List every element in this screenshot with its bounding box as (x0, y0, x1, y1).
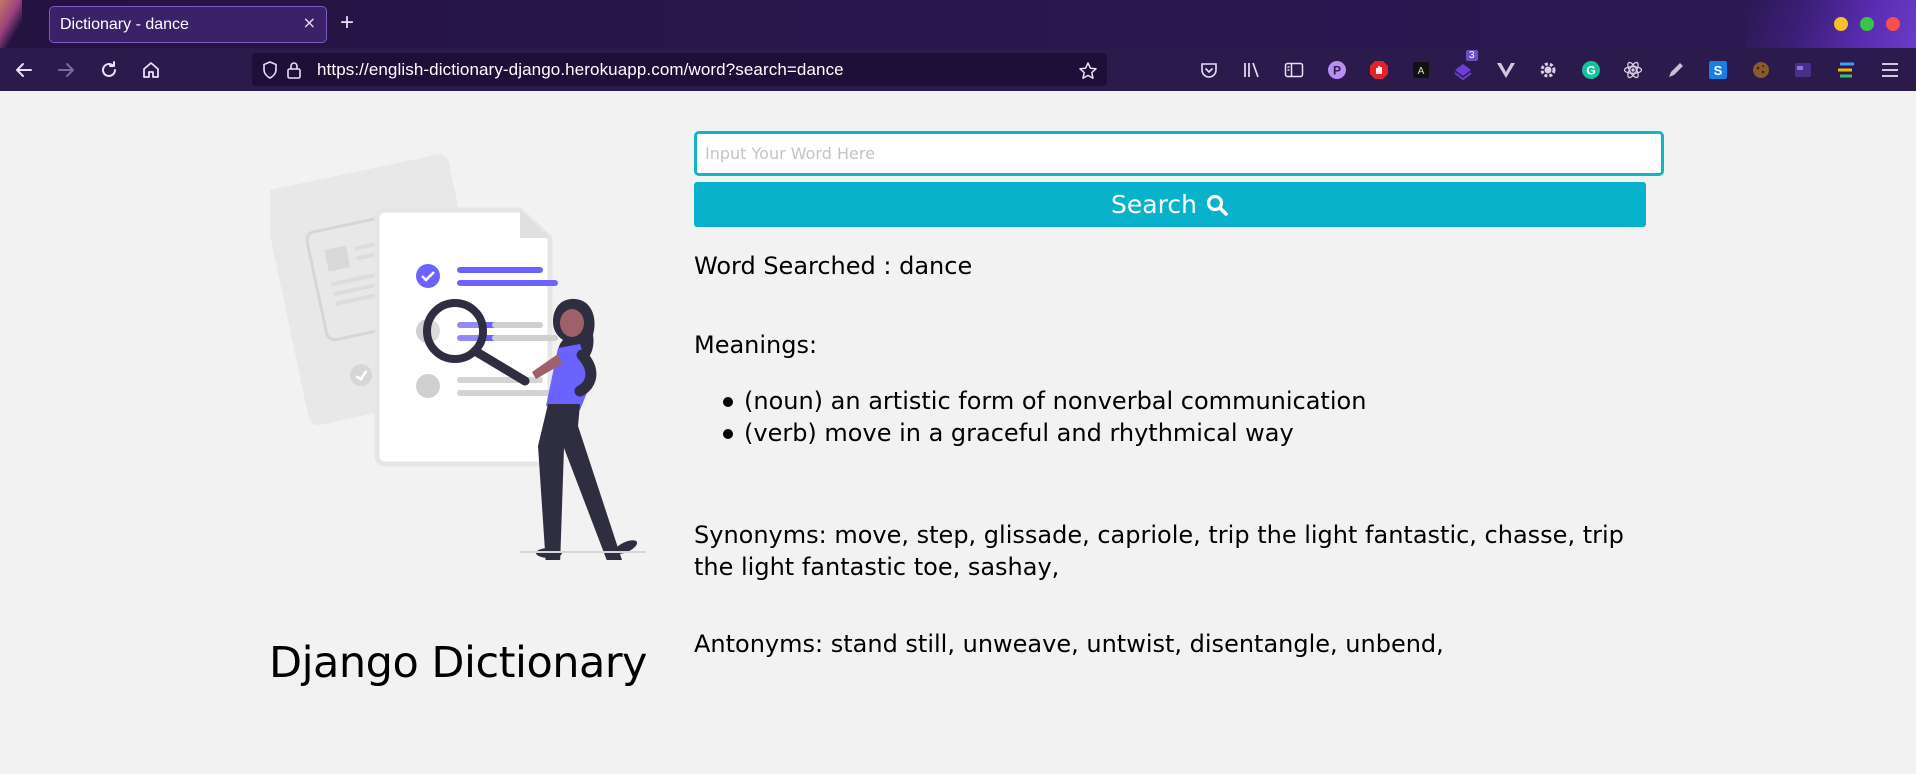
theme-decoration (0, 0, 22, 48)
navigation-toolbar: https://english-dictionary-django.heroku… (0, 48, 1916, 91)
badge-extension-icon[interactable]: 3 (1452, 50, 1478, 81)
close-window-button[interactable] (1886, 17, 1900, 31)
synonyms-text: Synonyms: move, step, glissade, capriole… (694, 521, 1624, 581)
list-item: (noun) an artistic form of nonverbal com… (722, 387, 1367, 415)
stop-extension-icon[interactable] (1368, 59, 1390, 81)
s-extension-icon[interactable]: S (1707, 59, 1729, 81)
lock-icon[interactable] (286, 61, 302, 83)
close-tab-icon[interactable]: × (303, 13, 316, 32)
pen-icon[interactable] (1665, 59, 1687, 81)
home-icon[interactable] (137, 56, 165, 84)
new-tab-icon[interactable]: + (340, 9, 354, 37)
svg-text:S: S (1714, 63, 1723, 78)
window-controls (1834, 17, 1900, 31)
cookie-icon[interactable] (1750, 59, 1772, 81)
maximize-button[interactable] (1860, 17, 1874, 31)
menu-icon[interactable] (1879, 59, 1901, 81)
meanings-heading: Meanings: (694, 331, 818, 359)
dictionary-illustration (270, 154, 646, 560)
vue-devtools-icon[interactable] (1495, 59, 1517, 81)
dark-reader-icon[interactable]: A (1410, 59, 1432, 81)
bookmark-star-icon[interactable] (1078, 61, 1098, 85)
grammarly-icon[interactable]: G (1580, 59, 1602, 81)
url-text[interactable]: https://english-dictionary-django.heroku… (317, 60, 844, 80)
meanings-list: (noun) an artistic form of nonverbal com… (722, 385, 1367, 449)
word-searched: Word Searched : dance (694, 252, 973, 280)
library-icon[interactable] (1241, 59, 1263, 81)
svg-text:A: A (1418, 66, 1425, 77)
svg-text:P: P (1333, 64, 1341, 78)
react-devtools-icon[interactable] (1622, 59, 1644, 81)
sidebar-icon[interactable] (1283, 59, 1305, 81)
search-button-label: Search (1111, 190, 1197, 219)
tab-strip: Dictionary - dance × + (0, 0, 1916, 48)
back-icon[interactable] (10, 56, 38, 84)
tab-title: Dictionary - dance (60, 15, 189, 33)
reload-icon[interactable] (95, 56, 123, 84)
pocket-icon[interactable] (1198, 59, 1220, 81)
extension-badge-count: 3 (1466, 50, 1478, 61)
browser-tab[interactable]: Dictionary - dance × (49, 6, 327, 43)
stripes-extension-icon[interactable] (1835, 59, 1857, 81)
antonyms-text: Antonyms: stand still, unweave, untwist,… (694, 630, 1444, 658)
search-button[interactable]: Search (694, 182, 1646, 227)
search-icon (1206, 194, 1228, 216)
minimize-button[interactable] (1834, 17, 1848, 31)
svg-text:G: G (1586, 64, 1595, 78)
forward-icon[interactable] (52, 56, 80, 84)
gear-extension-icon[interactable] (1537, 59, 1559, 81)
search-input[interactable] (694, 131, 1664, 176)
list-item: (verb) move in a graceful and rhythmical… (722, 417, 1366, 449)
p-extension-icon[interactable]: P (1326, 59, 1348, 81)
window-extension-icon[interactable] (1792, 59, 1814, 81)
site-title: Django Dictionary (269, 638, 647, 688)
address-bar[interactable]: https://english-dictionary-django.heroku… (252, 53, 1107, 86)
shield-icon[interactable] (262, 61, 278, 83)
